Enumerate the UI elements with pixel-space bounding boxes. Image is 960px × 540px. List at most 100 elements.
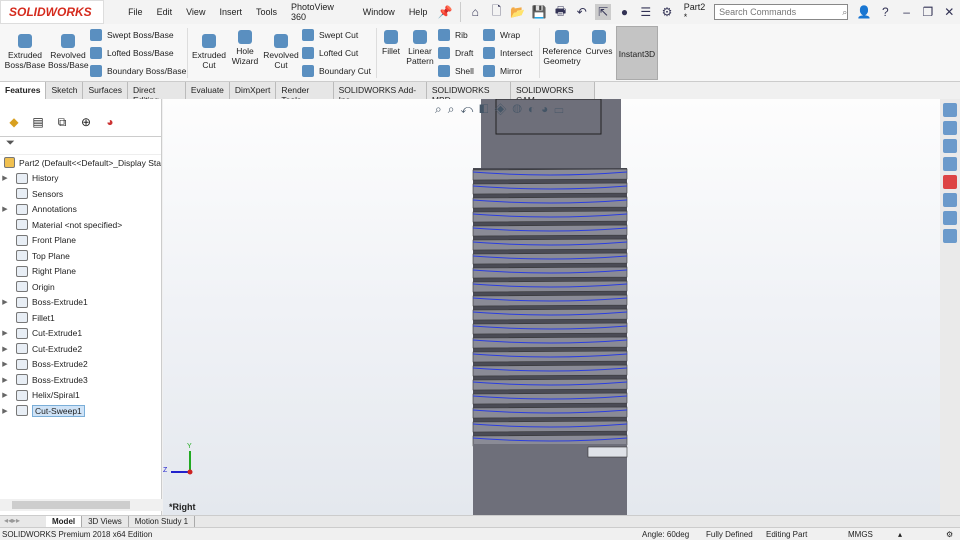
tab-surfaces[interactable]: Surfaces — [83, 82, 128, 99]
tree-item[interactable]: ▶ Helix/Spiral1 — [0, 388, 161, 404]
dimxpert-manager-tab-icon[interactable]: ⊕ — [76, 115, 96, 133]
zoom-to-fit-icon[interactable]: ⌕ — [435, 102, 448, 116]
graphics-viewport[interactable]: ⌕⌕↶◧◈◍◐◕▭ ◂▸–❐✕ Y Z *Right — [163, 99, 940, 515]
tab-mbd[interactable]: SOLIDWORKS MBD — [427, 82, 511, 105]
search-icon[interactable]: ⌕ — [842, 7, 847, 18]
menu-file[interactable]: File — [121, 7, 150, 17]
file-explorer-icon[interactable] — [943, 139, 957, 153]
tree-item[interactable]: Fillet1 — [0, 310, 161, 326]
swept-boss-button[interactable]: Swept Boss/Base — [90, 29, 174, 41]
tree-item[interactable]: Sensors — [0, 186, 161, 202]
tab-render-tools[interactable]: Render Tools — [276, 82, 334, 105]
tab-direct-editing[interactable]: Direct Editing — [128, 82, 186, 105]
threaded-part-model[interactable] — [163, 99, 940, 515]
home-icon[interactable]: ⌂ — [468, 4, 483, 20]
expand-arrow-icon[interactable]: ▶ — [0, 407, 10, 415]
menu-edit[interactable]: Edit — [150, 7, 180, 17]
expand-arrow-icon[interactable]: ▶ — [0, 174, 10, 182]
extruded-boss-button[interactable]: Extruded Boss/Base — [4, 34, 46, 70]
tree-item[interactable]: ▶ History — [0, 171, 161, 187]
close-icon[interactable]: ✕ — [942, 4, 957, 20]
tab-3d-views[interactable]: 3D Views — [82, 516, 129, 527]
boundary-boss-button[interactable]: Boundary Boss/Base — [90, 65, 186, 77]
design-library-icon[interactable] — [943, 121, 957, 135]
previous-view-icon[interactable]: ↶ — [460, 102, 479, 116]
view-palette-icon[interactable] — [943, 157, 957, 171]
fillet-button[interactable]: Fillet — [379, 30, 403, 56]
viewport-restore-icon[interactable]: ❐ — [901, 99, 918, 100]
tab-dimxpert[interactable]: DimXpert — [230, 82, 277, 99]
tree-item[interactable]: Right Plane — [0, 264, 161, 280]
pin-icon[interactable]: 📌 — [437, 4, 453, 20]
next-window-icon[interactable]: ▸ — [874, 99, 887, 100]
tab-scroll-arrows[interactable]: ◂◂▸▸ — [0, 516, 46, 527]
menu-help[interactable]: Help — [402, 7, 435, 17]
expand-arrow-icon[interactable]: ▶ — [0, 345, 10, 353]
expand-arrow-icon[interactable]: ▶ — [0, 329, 10, 337]
save-icon[interactable]: 💾 — [532, 4, 547, 20]
lofted-boss-button[interactable]: Lofted Boss/Base — [90, 47, 174, 59]
open-icon[interactable]: 📂 — [510, 4, 525, 20]
viewport-minimize-icon[interactable]: – — [887, 99, 901, 100]
search-commands-input[interactable]: Search Commands ⌕ — [714, 4, 849, 20]
menu-tools[interactable]: Tools — [249, 7, 284, 17]
configuration-manager-tab-icon[interactable]: ⧉ — [52, 115, 72, 133]
tree-item[interactable]: ▶ Cut-Extrude2 — [0, 341, 161, 357]
options-gear-icon[interactable]: ⚙ — [659, 4, 674, 20]
menu-window[interactable]: Window — [356, 7, 402, 17]
section-view-icon[interactable]: ◧ — [479, 102, 494, 116]
expand-arrow-icon[interactable]: ▶ — [0, 360, 10, 368]
rib-button[interactable]: Rib — [438, 29, 468, 41]
extruded-cut-button[interactable]: Extruded Cut — [190, 34, 228, 70]
tree-item[interactable]: Material <not specified> — [0, 217, 161, 233]
solidworks-forum-icon[interactable] — [943, 211, 957, 225]
tab-sketch[interactable]: Sketch — [46, 82, 84, 99]
linear-pattern-button[interactable]: Linear Pattern — [404, 30, 436, 66]
help-icon[interactable]: ? — [878, 4, 893, 20]
display-style-icon[interactable]: ◍ — [512, 102, 527, 116]
units-selector[interactable]: MMGS — [848, 530, 898, 539]
menu-view[interactable]: View — [179, 7, 212, 17]
draft-button[interactable]: Draft — [438, 47, 473, 59]
edit-appearance-icon[interactable]: ◕ — [541, 102, 554, 116]
intersect-button[interactable]: Intersect — [483, 47, 533, 59]
rebuild-icon[interactable]: ● — [617, 4, 632, 20]
wrap-button[interactable]: Wrap — [483, 29, 520, 41]
revolved-boss-button[interactable]: Revolved Boss/Base — [48, 34, 89, 70]
file-properties-icon[interactable]: ☰ — [638, 4, 653, 20]
solidworks-resources-icon[interactable] — [943, 103, 957, 117]
tree-item[interactable]: ▶ Boss-Extrude1 — [0, 295, 161, 311]
tree-item[interactable]: Front Plane — [0, 233, 161, 249]
prev-window-icon[interactable]: ◂ — [861, 99, 874, 100]
restore-icon[interactable]: ❐ — [920, 4, 935, 20]
tree-item[interactable]: ▶ Boss-Extrude2 — [0, 357, 161, 373]
lofted-cut-button[interactable]: Lofted Cut — [302, 47, 358, 59]
display-manager-tab-icon[interactable]: ◕ — [100, 115, 120, 133]
tree-item[interactable]: ▶ Cut-Extrude1 — [0, 326, 161, 342]
new-document-icon[interactable]: 🗋 — [489, 4, 504, 20]
reference-geometry-button[interactable]: Reference Geometry — [542, 30, 582, 66]
menu-photoview[interactable]: PhotoView 360 — [284, 2, 356, 22]
appearances-icon[interactable] — [943, 175, 957, 189]
menu-insert[interactable]: Insert — [212, 7, 249, 17]
hide-show-icon[interactable]: ◐ — [528, 102, 541, 116]
expand-arrow-icon[interactable]: ▶ — [0, 205, 10, 213]
tab-addins[interactable]: SOLIDWORKS Add-Ins — [334, 82, 427, 105]
tab-features[interactable]: Features — [0, 82, 47, 99]
feature-manager-tab-icon[interactable]: ◆ — [4, 115, 24, 133]
swept-cut-button[interactable]: Swept Cut — [302, 29, 358, 41]
minimize-icon[interactable]: – — [899, 4, 914, 20]
curves-button[interactable]: Curves — [584, 30, 614, 56]
print-icon[interactable]: 🖶 — [553, 4, 568, 20]
tab-model[interactable]: Model — [46, 516, 83, 527]
rebuild-status-icon[interactable]: ⚙ — [946, 530, 960, 539]
tree-item[interactable]: ▶ Boss-Extrude3 — [0, 372, 161, 388]
mirror-button[interactable]: Mirror — [483, 65, 522, 77]
undo-icon[interactable]: ↶ — [574, 4, 589, 20]
tree-item[interactable]: Origin — [0, 279, 161, 295]
units-chevron-icon[interactable]: ▴ — [898, 530, 946, 539]
viewport-close-icon[interactable]: ✕ — [918, 99, 934, 100]
filter-icon[interactable]: ⏷ — [0, 137, 161, 155]
user-icon[interactable]: 👤 — [856, 4, 872, 20]
expand-arrow-icon[interactable]: ▶ — [0, 298, 10, 306]
